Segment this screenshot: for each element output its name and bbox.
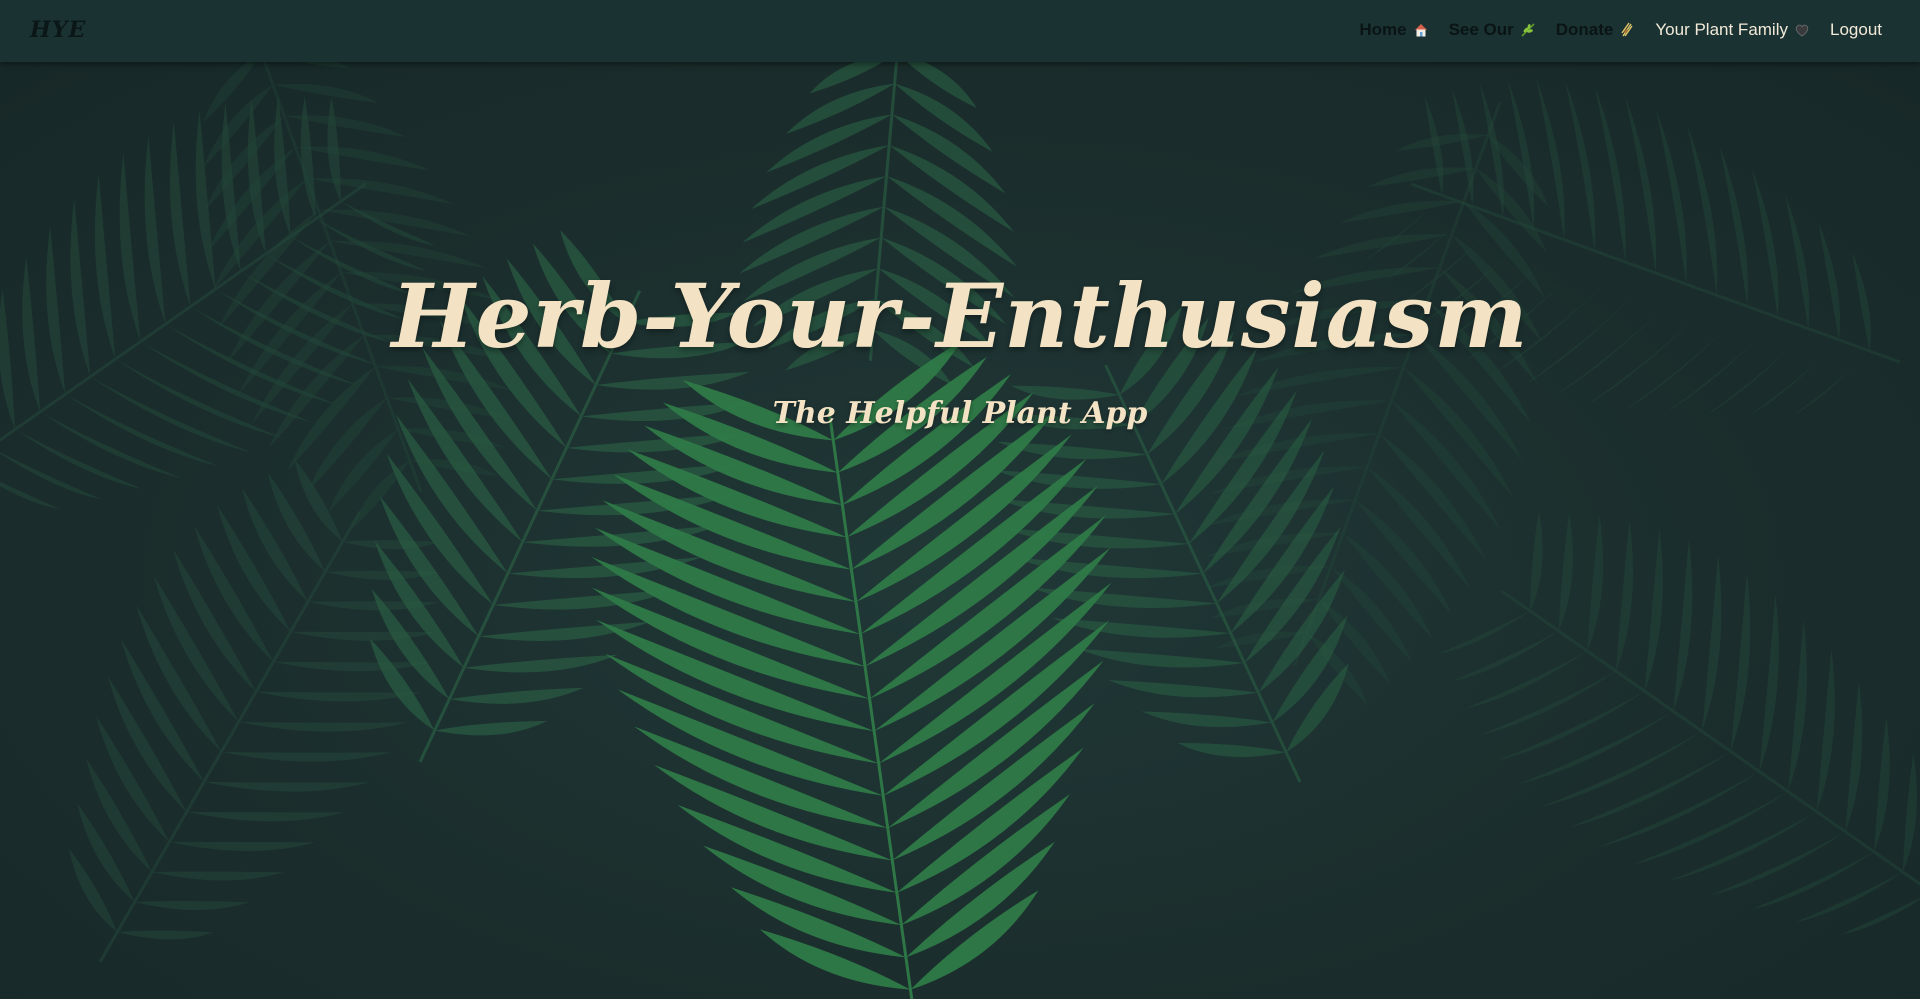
hero-section: Herb-Your-Enthusiasm The Helpful Plant A… <box>0 62 1920 999</box>
page: Herb-Your-Enthusiasm The Helpful Plant A… <box>0 0 1920 999</box>
house-icon <box>1414 24 1427 37</box>
fern-background-image <box>0 62 1920 999</box>
nav-link-logout-label: Logout <box>1830 20 1882 39</box>
nav-link-see-our[interactable]: See Our <box>1449 20 1536 40</box>
nav-link-see-our-label: See Our <box>1448 20 1514 39</box>
sheaf-icon <box>1621 22 1633 37</box>
nav-link-donate[interactable]: Donate <box>1556 20 1636 40</box>
nav-links: Home See Our Donate Your Plant Family Lo… <box>1359 20 1882 40</box>
nav-link-plant-family-label: Your Plant Family <box>1655 20 1788 39</box>
nav-link-plant-family[interactable]: Your Plant Family <box>1655 20 1810 40</box>
hero-title: Herb-Your-Enthusiasm <box>391 264 1529 368</box>
nav-link-home-label: Home <box>1359 20 1407 39</box>
herb-icon <box>1521 23 1535 37</box>
nav-link-logout[interactable]: Logout <box>1830 20 1882 40</box>
nav-link-donate-label: Donate <box>1555 20 1614 39</box>
hero-subtitle: The Helpful Plant App <box>772 396 1148 431</box>
nav-link-home[interactable]: Home <box>1359 20 1428 40</box>
top-navbar: HYE Home See Our Donate Your Plant Famil… <box>0 0 1920 62</box>
heart-icon <box>1795 24 1809 37</box>
brand-logo[interactable]: HYE <box>30 17 86 43</box>
